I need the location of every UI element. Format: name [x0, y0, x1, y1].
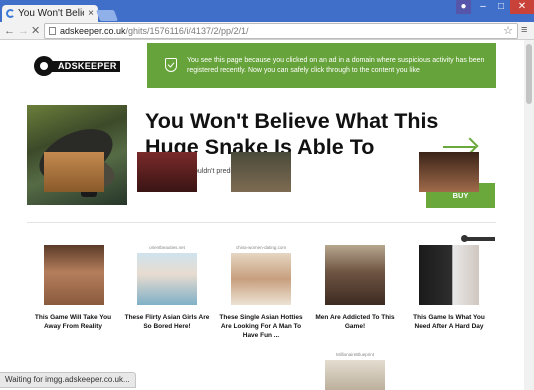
ad-thumbnail[interactable] — [231, 152, 291, 192]
maximize-icon[interactable]: □ — [492, 0, 510, 14]
window-close-icon[interactable]: ✕ — [510, 0, 534, 14]
bookmark-star-icon[interactable]: ☆ — [503, 24, 513, 38]
user-profile-icon[interactable]: ● — [456, 0, 471, 14]
minimize-icon[interactable]: – — [474, 0, 492, 14]
ad-thumbnail[interactable] — [231, 253, 291, 305]
ad-thumbnail[interactable] — [419, 152, 479, 192]
url-path: /ghits/1576116/i/4137/2/pp/2/1/ — [125, 26, 249, 36]
divider — [27, 222, 496, 223]
tab-title: You Won't Believe W — [18, 8, 84, 19]
page-info-icon[interactable] — [49, 27, 56, 35]
address-bar[interactable]: adskeeper.co.uk/ghits/1576116/i/4137/2/p… — [44, 23, 518, 39]
security-notice: You see this page because you clicked on… — [147, 43, 496, 88]
logo-text: ADSKEEPER — [50, 61, 120, 72]
adskeeper-badge-icon[interactable] — [461, 235, 495, 242]
browser-tab[interactable]: You Won't Believe W × — [2, 5, 98, 22]
page-content: ADSKEEPER You see this page because you … — [0, 40, 534, 390]
new-tab-button[interactable] — [95, 10, 119, 21]
ad-card-source: MillionaireBlueprint — [335, 352, 375, 357]
shield-check-icon — [165, 58, 177, 72]
url-host: adskeeper.co.uk — [60, 26, 126, 36]
tab-close-icon[interactable]: × — [88, 5, 94, 22]
scrollbar-thumb[interactable] — [526, 44, 532, 104]
back-icon[interactable]: ← — [4, 24, 15, 38]
ad-thumbnail[interactable] — [325, 360, 385, 390]
browser-titlebar: You Won't Believe W × ● – □ ✕ — [0, 0, 534, 22]
badge-bar — [466, 237, 495, 241]
loading-spinner-icon — [6, 9, 15, 18]
ad-thumbnail[interactable] — [44, 245, 104, 305]
stop-icon[interactable]: ✕ — [31, 24, 40, 38]
notice-text: You see this page because you clicked on… — [187, 57, 485, 74]
ad-card-title[interactable]: Men Are Addicted To This Game! — [312, 313, 398, 331]
ad-card-source: china-women-dating.com — [235, 245, 287, 250]
browser-toolbar: ← → ✕ adskeeper.co.uk/ghits/1576116/i/41… — [0, 22, 534, 40]
ad-card-source: orientbeauties.net — [149, 245, 185, 250]
ad-card-title[interactable]: These Single Asian Hotties Are Looking F… — [218, 313, 304, 340]
forward-icon[interactable]: → — [18, 24, 29, 38]
ad-thumbnail[interactable] — [137, 253, 197, 305]
ad-card-title[interactable]: This Game Will Take You Away From Realit… — [30, 313, 116, 331]
ad-thumbnail[interactable] — [325, 245, 385, 305]
status-bar: Waiting for imgg.adskeeper.co.uk... — [0, 372, 136, 388]
ad-thumbnail[interactable] — [419, 245, 479, 305]
ad-card-title[interactable]: This Game Is What You Need After A Hard … — [406, 313, 492, 331]
chrome-menu-icon[interactable]: ≡ — [521, 24, 527, 36]
ad-thumbnail[interactable] — [44, 152, 104, 192]
ad-card-title[interactable]: These Flirty Asian Girls Are So Bored He… — [124, 313, 210, 331]
ad-thumbnail[interactable] — [137, 152, 197, 192]
vertical-scrollbar[interactable] — [524, 40, 534, 390]
